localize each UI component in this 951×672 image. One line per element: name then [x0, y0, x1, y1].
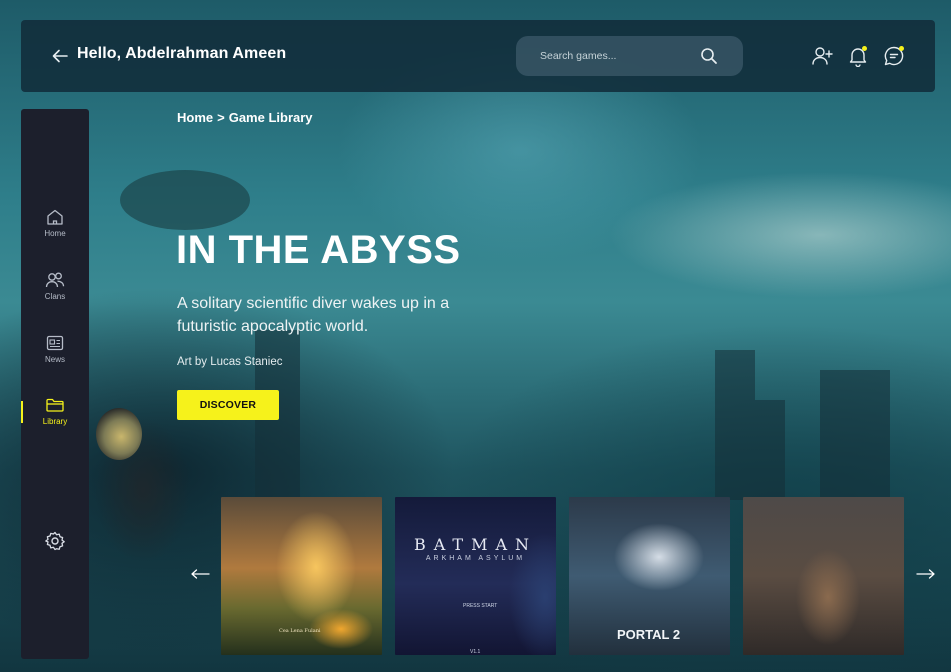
breadcrumb-home-link[interactable]: Home: [177, 110, 213, 125]
sidebar-item-label: News: [44, 355, 65, 364]
sidebar-item-home[interactable]: Home: [21, 207, 89, 251]
breadcrumb: Home > Game Library: [177, 110, 313, 125]
news-icon: [46, 335, 64, 351]
sidebar-item-label: Clans: [44, 292, 66, 301]
search-icon[interactable]: [700, 47, 718, 65]
top-bar: Hello, Abdelrahman Ameen: [21, 20, 935, 92]
search-input[interactable]: [540, 47, 700, 65]
sidebar-item-label: Home: [44, 229, 66, 238]
arrow-right-long-icon[interactable]: [916, 567, 936, 581]
breadcrumb-current: Game Library: [228, 110, 313, 125]
arrow-left-long-icon[interactable]: [190, 567, 210, 581]
arrow-left-icon: [52, 49, 68, 63]
game-card[interactable]: PORTAL 2: [569, 497, 730, 655]
card-art-title: PORTAL 2: [617, 627, 681, 642]
sidebar-item-news[interactable]: News: [21, 333, 89, 377]
greeting: Hello, Abdelrahman Ameen: [77, 45, 287, 62]
hero-title: IN THE ABYSS: [176, 228, 461, 272]
game-card[interactable]: Cea Lena Fulani: [221, 497, 382, 655]
search-bar: [516, 36, 743, 76]
sidebar-item-label: Library: [42, 417, 68, 426]
card-art-subtitle: ARKHAM ASYLUM: [425, 555, 526, 562]
hero-credit: Art by Lucas Staniec: [177, 356, 283, 368]
users-icon: [45, 272, 65, 288]
card-art-version: V1.1: [470, 649, 481, 655]
home-icon: [47, 209, 63, 225]
chat-notification-dot: [899, 46, 904, 51]
sidebar: Home Clans News Library: [21, 109, 89, 659]
add-friend-icon[interactable]: [811, 45, 833, 67]
sidebar-item-clans[interactable]: Clans: [21, 270, 89, 314]
game-card[interactable]: [743, 497, 904, 655]
sidebar-item-library[interactable]: Library: [21, 395, 89, 439]
discover-button[interactable]: DISCOVER: [177, 390, 279, 420]
card-art-text: Cea Lena Fulani: [279, 628, 321, 634]
gear-icon[interactable]: [44, 530, 66, 552]
card-art-prompt: PRESS START: [463, 603, 498, 609]
breadcrumb-separator: >: [217, 110, 225, 125]
card-art-title: BATMAN: [413, 535, 538, 554]
hero-description: A solitary scientific diver wakes up in …: [177, 295, 450, 335]
notification-dot: [862, 46, 867, 51]
back-button[interactable]: [51, 46, 69, 66]
folder-icon: [46, 398, 64, 412]
game-card[interactable]: BATMAN ARKHAM ASYLUM PRESS START V1.1: [395, 497, 556, 655]
